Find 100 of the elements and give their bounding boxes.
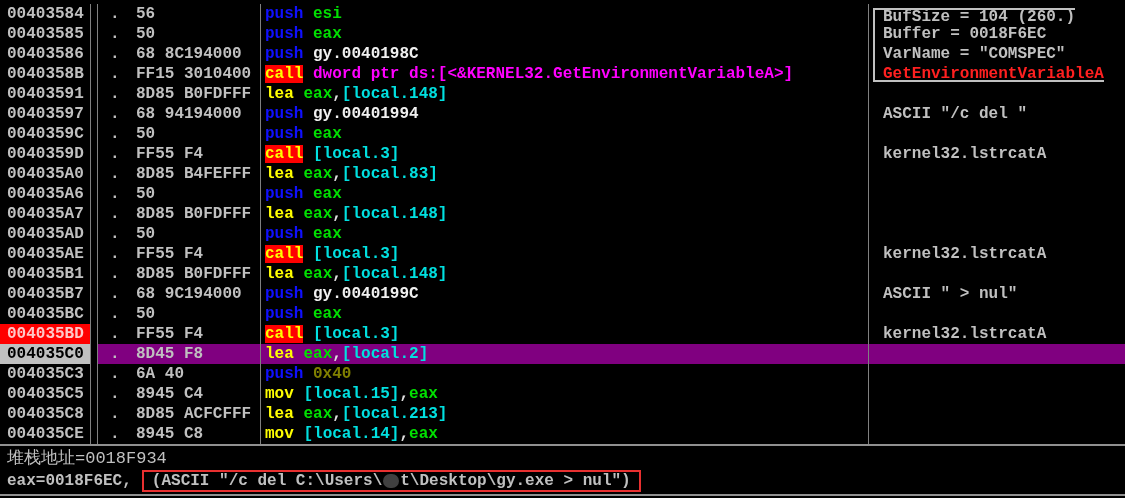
comment-text: kernel32.lstrcatA [882, 244, 1047, 264]
hex-bytes: 50 [136, 184, 156, 204]
marker-dot: . [110, 284, 121, 304]
code-row[interactable]: 00403597 . 68 94194000 push gy.00401994 ASCII "/c del " [0, 104, 1125, 124]
comment-text: GetEnvironmentVariableA [873, 64, 1104, 82]
instruction-text: call [local.3] [265, 244, 400, 264]
marker-dot: . [110, 344, 121, 364]
instruction-text: push eax [265, 304, 342, 324]
address-cell: 004035A6 [0, 184, 91, 204]
hex-bytes: FF15 3010400 [136, 64, 252, 84]
address-cell: 004035C8 [0, 404, 91, 424]
address-cell: 00403584 [0, 4, 91, 24]
marker-dot: . [110, 124, 121, 144]
address-cell: 00403597 [0, 104, 91, 124]
instruction-text: push 0x40 [265, 364, 352, 384]
hex-bytes: 68 94194000 [136, 104, 242, 124]
code-row[interactable]: 00403585 . 50 push eax Buffer = 0018F6EC [0, 24, 1125, 44]
instruction-text: mov [local.15],eax [265, 384, 438, 404]
address-cell: 00403585 [0, 24, 91, 44]
address-cell: 004035B1 [0, 264, 91, 284]
address-cell: 004035CE [0, 424, 91, 444]
marker-dot: . [110, 44, 121, 64]
code-row[interactable]: 004035AE . FF55 F4 call [local.3] kernel32.lstrcatA [0, 244, 1125, 264]
code-row[interactable]: 00403584 . 56 push esi BufSize = 104 (260.) [0, 4, 1125, 24]
marker-dot: . [110, 264, 121, 284]
marker-dot: . [110, 204, 121, 224]
address-cell: 004035BD [0, 324, 91, 344]
code-row[interactable]: 00403591 . 8D85 B0FDFFF lea eax,[local.148] [0, 84, 1125, 104]
code-row[interactable]: 004035B7 . 68 9C194000 push gy.0040199C ASCII " > nul" [0, 284, 1125, 304]
redaction-mark [383, 474, 400, 488]
hex-bytes: 8945 C4 [136, 384, 204, 404]
hex-bytes: 6A 40 [136, 364, 184, 384]
address-cell: 004035A0 [0, 164, 91, 184]
marker-dot: . [110, 164, 121, 184]
ascii-text: (ASCII "/c del C:\Users\ [151, 471, 383, 492]
code-row[interactable]: 004035B1 . 8D85 B0FDFFF lea eax,[local.148] [0, 264, 1125, 284]
instruction-text: push eax [265, 224, 342, 244]
comment-text: kernel32.lstrcatA [882, 324, 1047, 344]
instruction-text: call dword ptr ds:[<&KERNEL32.GetEnvironmentVariableA>] [265, 64, 794, 84]
comment-text: ASCII " > nul" [882, 284, 1018, 304]
hex-bytes: 68 8C194000 [136, 44, 242, 64]
address-cell: 004035C5 [0, 384, 91, 404]
marker-dot: . [110, 224, 121, 244]
hex-bytes: 50 [136, 304, 156, 324]
marker-dot: . [110, 364, 121, 384]
instruction-text: lea eax,[local.213] [265, 404, 448, 424]
hex-bytes: 50 [136, 24, 156, 44]
hex-bytes: 68 9C194000 [136, 284, 242, 304]
hex-bytes: 8D85 ACFCFFF [136, 404, 252, 424]
comment-text: Buffer = 0018F6EC [873, 24, 1047, 44]
instruction-text: push gy.0040199C [265, 284, 419, 304]
comment-text: BufSize = 104 (260.) [873, 8, 1076, 24]
instruction-text: lea eax,[local.148] [265, 84, 448, 104]
code-row[interactable]: 004035CE . 8945 C8 mov [local.14],eax [0, 424, 1125, 444]
instruction-text: lea eax,[local.83] [265, 164, 438, 184]
instruction-text: lea eax,[local.148] [265, 204, 448, 224]
hex-bytes: 8D85 B4FEFFF [136, 164, 252, 184]
marker-dot: . [110, 424, 121, 444]
marker-dot: . [110, 144, 121, 164]
code-row[interactable]: 004035C3 . 6A 40 push 0x40 [0, 364, 1125, 384]
instruction-text: push esi [265, 4, 342, 24]
hex-bytes: 50 [136, 124, 156, 144]
code-row[interactable]: 004035A0 . 8D85 B4FEFFF lea eax,[local.83] [0, 164, 1125, 184]
marker-dot: . [110, 4, 121, 24]
comment-text: kernel32.lstrcatA [882, 144, 1047, 164]
path-text: t\Desktop\gy.exe > nul") [400, 471, 631, 492]
hex-bytes: 50 [136, 224, 156, 244]
address-cell: 004035C0 [0, 344, 91, 364]
marker-dot: . [110, 24, 121, 44]
code-row[interactable]: 004035A7 . 8D85 B0FDFFF lea eax,[local.148] [0, 204, 1125, 224]
code-row[interactable]: 0040359C . 50 push eax [0, 124, 1125, 144]
marker-dot: . [110, 64, 121, 84]
hex-bytes: 56 [136, 4, 156, 24]
code-row[interactable]: 004035C5 . 8945 C4 mov [local.15],eax [0, 384, 1125, 404]
hex-bytes: 8D85 B0FDFFF [136, 264, 252, 284]
comment-text: VarName = "COMSPEC" [873, 44, 1066, 64]
instruction-text: push eax [265, 24, 342, 44]
hex-bytes: 8D45 F8 [136, 344, 204, 364]
marker-dot: . [110, 84, 121, 104]
instruction-text: push eax [265, 184, 342, 204]
marker-dot: . [110, 244, 121, 264]
instruction-text: push eax [265, 124, 342, 144]
stack-address-text: 堆栈地址=0018F934 [7, 448, 167, 470]
address-cell: 004035AE [0, 244, 91, 264]
instruction-text: call [local.3] [265, 144, 400, 164]
code-row[interactable]: 0040359D . FF55 F4 call [local.3] kernel32.lstrcatA [0, 144, 1125, 164]
code-row[interactable]: 004035A6 . 50 push eax [0, 184, 1125, 204]
code-row[interactable]: 004035AD . 50 push eax [0, 224, 1125, 244]
address-cell: 004035AD [0, 224, 91, 244]
instruction-text: push gy.00401994 [265, 104, 419, 124]
address-cell: 004035B7 [0, 284, 91, 304]
code-row[interactable]: 0040358B . FF15 3010400 call dword ptr ds:[<&KERNEL32.GetEnvironmentVariableA>] GetEnvironmentVariableA [0, 64, 1125, 84]
code-row[interactable]: 004035C8 . 8D85 ACFCFFF lea eax,[local.213] [0, 404, 1125, 424]
instruction-text: call [local.3] [265, 324, 400, 344]
comment-text: ASCII "/c del " [882, 104, 1028, 124]
hex-bytes: 8D85 B0FDFFF [136, 204, 252, 224]
marker-dot: . [110, 104, 121, 124]
marker-dot: . [110, 404, 121, 424]
marker-dot: . [110, 324, 121, 344]
marker-dot: . [110, 184, 121, 204]
